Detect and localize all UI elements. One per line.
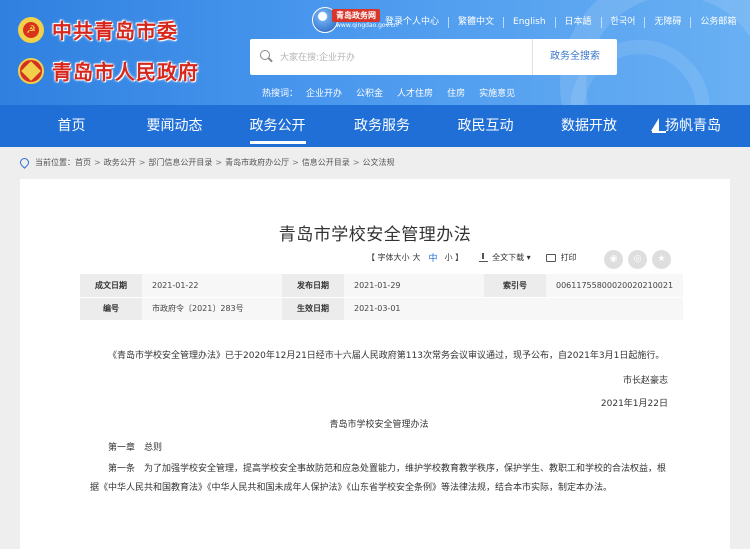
party-emblem-icon: ☭ bbox=[18, 16, 44, 43]
breadcrumb-item-info-catalog[interactable]: 信息公开目录 bbox=[302, 157, 350, 168]
print-icon bbox=[545, 253, 556, 262]
font-size-medium-button[interactable]: 中 bbox=[429, 251, 438, 264]
meta-value: 2021-03-01 bbox=[344, 297, 484, 321]
download-icon bbox=[479, 253, 489, 262]
intro-paragraph: 《青岛市学校安全管理办法》已于2020年12月21日经市十六届人民政府第113次… bbox=[108, 351, 665, 361]
page-title: 青岛市学校安全管理办法 bbox=[278, 225, 472, 245]
font-size-small-button[interactable]: 小 】 bbox=[445, 252, 464, 263]
meta-key: 发布日期 bbox=[282, 274, 344, 298]
breadcrumb-label: 当前位置： bbox=[35, 157, 75, 167]
meta-value: 00611755800020020210021 bbox=[546, 274, 683, 298]
breadcrumb-item-gov-office[interactable]: 青岛市政府办公厅 bbox=[225, 157, 289, 168]
breadcrumb-separator: > bbox=[292, 157, 299, 167]
gov-net-logo-text: 青岛政务网 bbox=[332, 9, 380, 22]
hotword-item[interactable]: 住房 bbox=[447, 86, 465, 99]
site-header: ☭ 中共青岛市委 青岛市人民政府 青岛政务网 www.qingdao.gov.c… bbox=[0, 0, 750, 105]
nav-item-label: 扬帆青岛 bbox=[665, 118, 721, 134]
top-link-accessibility[interactable]: 无障碍 bbox=[644, 16, 690, 28]
body-subtitle: 青岛市学校安全管理办法 bbox=[329, 420, 429, 430]
sailboat-icon bbox=[651, 118, 666, 133]
nav-item-yangfan-qingdao[interactable]: 扬帆青岛 bbox=[622, 105, 750, 147]
weibo-share-icon[interactable]: ◎ bbox=[628, 250, 647, 269]
breadcrumb-item-gov-open[interactable]: 政务公开 bbox=[104, 157, 136, 168]
hotword-item[interactable]: 人才住房 bbox=[397, 86, 433, 99]
location-pin-icon bbox=[18, 155, 31, 169]
breadcrumb-item-dept-catalog[interactable]: 部门信息公开目录 bbox=[148, 157, 212, 168]
signature-date: 2021年1月22日 bbox=[600, 399, 668, 409]
document-meta-table: 成文日期 2021-01-22 发布日期 2021-01-29 索引号 0061… bbox=[80, 274, 683, 321]
font-size-label: 【 字体大小 bbox=[367, 253, 410, 262]
favorite-star-icon[interactable]: ★ bbox=[652, 250, 671, 269]
top-link-english[interactable]: English bbox=[503, 16, 555, 28]
search-all-button[interactable]: 政务全搜索 bbox=[533, 39, 617, 75]
doc-toolbar: 【 字体大小 大 中 小 】 全文下载 ▾ 打印 bbox=[367, 251, 577, 264]
breadcrumb-item-regulations[interactable]: 公文法规 bbox=[363, 157, 395, 168]
signature: 市长赵豪志 bbox=[622, 376, 668, 386]
hotword-item[interactable]: 企业开办 bbox=[306, 86, 342, 99]
nav-item-interaction[interactable]: 政民互动 bbox=[415, 105, 556, 147]
nav-item-home[interactable]: 首页 bbox=[0, 105, 143, 147]
document-body: 《青岛市学校安全管理办法》已于2020年12月21日经市十六届人民政府第113次… bbox=[90, 347, 668, 498]
download-full-text-button[interactable]: 全文下载 ▾ bbox=[492, 252, 531, 263]
meta-key: 生效日期 bbox=[282, 297, 344, 321]
nav-item-open-data[interactable]: 数据开放 bbox=[556, 105, 622, 147]
breadcrumb: 当前位置： 首页 > 政务公开 > 部门信息公开目录 > 青岛市政府办公厅 > 信息公开… bbox=[18, 154, 395, 170]
nav-item-gov-affairs-open[interactable]: 政务公开 bbox=[206, 105, 349, 147]
hot-search-words: 热搜词： 企业开办 公积金 人才住房 住房 实施意见 bbox=[262, 86, 529, 99]
top-link-traditional-chinese[interactable]: 繁體中文 bbox=[448, 16, 503, 28]
breadcrumb-separator: > bbox=[352, 157, 360, 167]
top-link-user-center[interactable]: 登录个人中心 bbox=[385, 17, 448, 28]
hotword-item[interactable]: 实施意见 bbox=[479, 86, 515, 99]
article-paragraph: 第一条 为了加强学校安全管理，提高学校安全事故防范和应急处置能力，维护学校教育教… bbox=[90, 464, 667, 493]
party-name: 中共青岛市委 bbox=[52, 19, 178, 43]
breadcrumb-separator: > bbox=[94, 157, 101, 167]
table-row: 成文日期 2021-01-22 发布日期 2021-01-29 索引号 0061… bbox=[80, 274, 683, 298]
font-size-large-button[interactable]: 大 bbox=[413, 252, 421, 263]
document-card: 青岛市学校安全管理办法 【 字体大小 大 中 小 】 全文下载 ▾ 打印 ◉ ◎… bbox=[20, 179, 730, 549]
main-nav: 首页 要闻动态 政务公开 政务服务 政民互动 数据开放 扬帆青岛 bbox=[0, 105, 750, 147]
table-row: 编号 市政府令〔2021〕283号 生效日期 2021-03-01 bbox=[80, 297, 683, 321]
breadcrumb-separator: > bbox=[215, 157, 223, 167]
party-logo-link[interactable]: ☭ 中共青岛市委 bbox=[18, 15, 178, 44]
meta-value: 市政府令〔2021〕283号 bbox=[142, 297, 282, 321]
breadcrumb-item-home[interactable]: 首页 bbox=[75, 157, 91, 168]
search-input[interactable]: 大家在搜:企业开办 bbox=[280, 50, 355, 63]
gov-logo-link[interactable]: 青岛市人民政府 bbox=[18, 56, 199, 85]
search-icon bbox=[260, 50, 270, 60]
top-link-korean[interactable]: 한국어 bbox=[600, 16, 645, 28]
top-link-japanese[interactable]: 日本語 bbox=[554, 16, 601, 28]
wechat-share-icon[interactable]: ◉ bbox=[604, 250, 623, 269]
meta-key: 编号 bbox=[80, 297, 142, 321]
nav-item-gov-services[interactable]: 政务服务 bbox=[349, 105, 415, 147]
meta-empty-cell bbox=[546, 297, 683, 321]
meta-value: 2021-01-22 bbox=[142, 274, 282, 298]
chapter-heading: 第一章 总则 bbox=[108, 443, 163, 453]
search-box: 大家在搜:企业开办 政务全搜索 bbox=[250, 39, 617, 75]
national-emblem-icon bbox=[18, 57, 44, 84]
print-button[interactable]: 打印 bbox=[561, 252, 577, 263]
hotword-item[interactable]: 公积金 bbox=[356, 86, 383, 99]
hotwords-label: 热搜词： bbox=[262, 89, 299, 99]
meta-value: 2021-01-29 bbox=[344, 274, 484, 298]
gov-net-logo[interactable]: 青岛政务网 www.qingdao.gov.cn bbox=[312, 6, 398, 34]
gov-name: 青岛市人民政府 bbox=[52, 60, 199, 84]
top-links: 登录个人中心 繁體中文 English 日本語 한국어 无障碍 公务邮箱 bbox=[385, 15, 745, 29]
top-link-mail[interactable]: 公务邮箱 bbox=[690, 16, 745, 28]
meta-key: 成文日期 bbox=[80, 274, 142, 298]
meta-key: 索引号 bbox=[484, 274, 546, 298]
breadcrumb-separator: > bbox=[138, 157, 146, 167]
nav-item-news[interactable]: 要闻动态 bbox=[143, 105, 206, 147]
meta-empty-cell bbox=[484, 297, 546, 321]
